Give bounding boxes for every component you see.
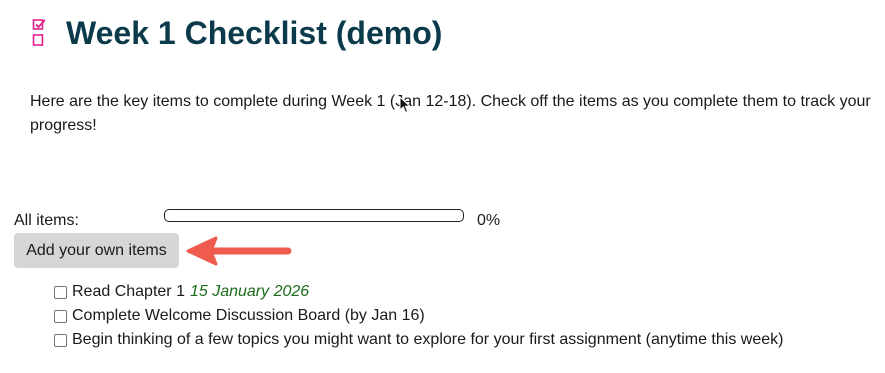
item-label: Begin thinking of a few topics you might… — [72, 331, 784, 348]
intro-text: Here are the key items to complete durin… — [30, 93, 871, 134]
add-your-own-items-button[interactable]: Add your own items — [14, 233, 179, 268]
checklist: Read Chapter 1 15 January 2026 Complete … — [54, 280, 783, 352]
progress-percent: 0% — [477, 212, 501, 229]
page-header: Week 1 Checklist (demo) — [32, 14, 442, 52]
progress-label: All items: — [14, 212, 79, 229]
item-label: Complete Welcome Discussion Board (by Ja… — [72, 307, 425, 324]
item-label: Read Chapter 1 — [72, 283, 185, 300]
progress-row: All items: 0% — [14, 209, 514, 232]
due-date: 15 January 2026 — [189, 283, 310, 300]
list-item: Complete Welcome Discussion Board (by Ja… — [54, 304, 783, 328]
list-item: Begin thinking of a few topics you might… — [54, 328, 783, 352]
item-checkbox[interactable] — [54, 309, 67, 323]
item-checkbox[interactable] — [54, 333, 67, 347]
page-title: Week 1 Checklist (demo) — [66, 15, 443, 51]
list-item: Read Chapter 1 15 January 2026 — [54, 280, 783, 304]
arrow-left-icon — [186, 236, 292, 266]
checklist-icon — [32, 19, 46, 46]
mouse-cursor-icon — [399, 96, 411, 114]
item-checkbox[interactable] — [54, 285, 67, 299]
progress-bar — [164, 209, 464, 222]
